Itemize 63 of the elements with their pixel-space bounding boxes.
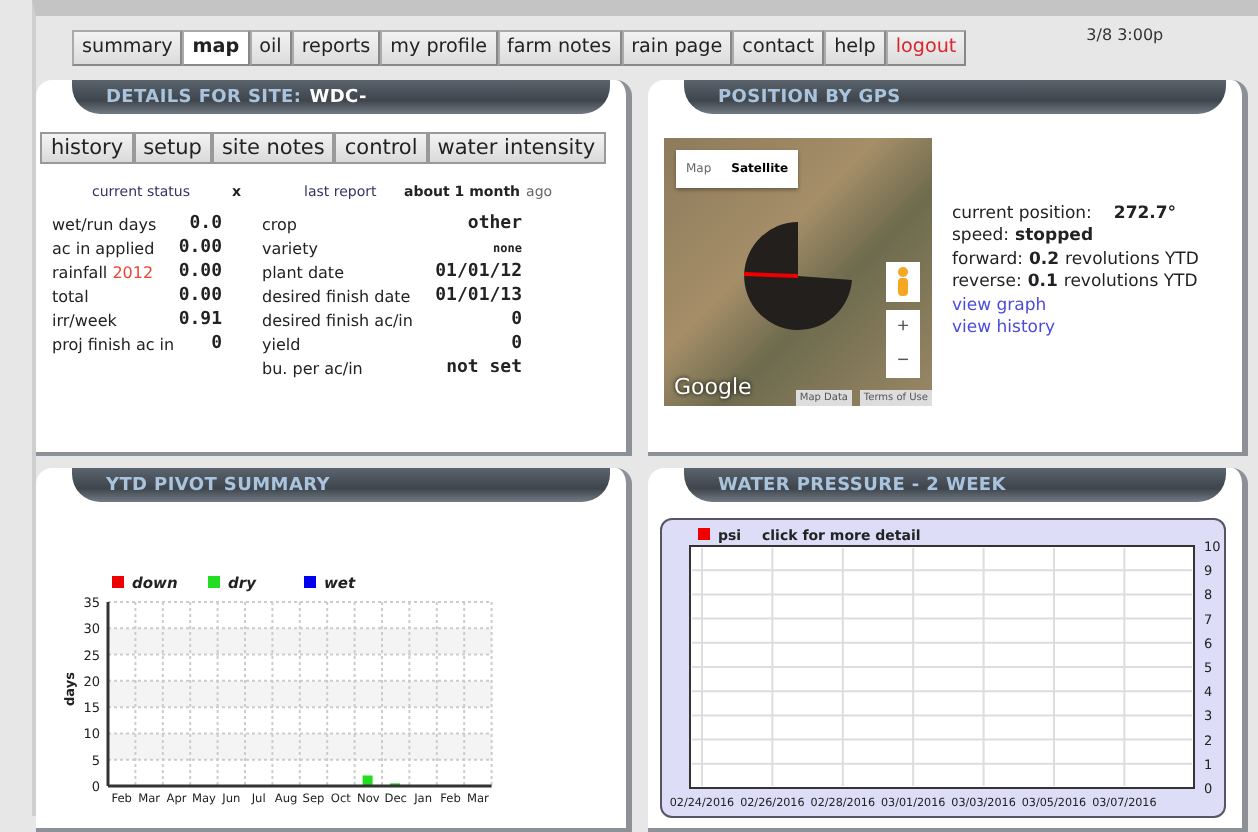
stat-value: 0.00 xyxy=(178,262,222,282)
chart-bar xyxy=(362,775,373,786)
stat-label: yield xyxy=(262,335,301,353)
revolution-value: 0.1 xyxy=(1027,272,1058,295)
stat-label: total xyxy=(52,287,89,305)
stat-label: plant date xyxy=(262,263,344,281)
stat-label: desired finish ac/in xyxy=(262,311,413,329)
panel-title: WATER PRESSURE - 2 WEEK xyxy=(718,475,1006,495)
zoom-in-button[interactable]: + xyxy=(886,310,920,344)
stat-value: 01/01/12 xyxy=(435,262,522,282)
stat-label: wet/run days xyxy=(52,215,157,233)
nav-tab[interactable]: map xyxy=(182,30,250,66)
stat-value: 0 xyxy=(211,334,222,354)
revolution-label: reverse: xyxy=(952,272,1022,295)
stat-label: proj finish ac in xyxy=(52,335,175,353)
sub-nav-button[interactable]: history xyxy=(40,132,134,164)
nav-tab[interactable]: rain page xyxy=(621,30,733,66)
revolution-unit: revolutions YTD xyxy=(1065,249,1199,272)
nav-tab[interactable]: contact xyxy=(732,30,825,66)
nav-tab[interactable]: reports xyxy=(291,30,381,66)
nav-tab[interactable]: my profile xyxy=(380,30,498,66)
sub-nav-button[interactable]: site notes xyxy=(211,132,335,164)
timestamp: 3/8 3:00p xyxy=(1086,26,1164,44)
panel-title: YTD PIVOT SUMMARY xyxy=(106,475,330,495)
map-logo: Google xyxy=(674,374,752,400)
position-value: 272.7° xyxy=(1113,203,1177,226)
position-label: current position: xyxy=(952,203,1092,226)
view-link[interactable]: view history xyxy=(952,318,1056,341)
nav-tab[interactable]: summary xyxy=(72,30,183,66)
revolution-label: forward: xyxy=(952,249,1023,272)
speed-value: stopped xyxy=(1015,226,1094,249)
pivot-circle-drawing xyxy=(740,218,856,334)
stat-label: rainfall 2012 xyxy=(52,263,154,281)
revolution-unit: revolutions YTD xyxy=(1063,272,1198,295)
speed-label: speed: xyxy=(952,226,1010,249)
stat-value: 0.00 xyxy=(178,238,222,258)
panel-title: POSITION BY GPS xyxy=(718,87,901,107)
sub-nav-button[interactable]: setup xyxy=(133,132,212,164)
stat-label: ac in applied xyxy=(52,239,155,257)
nav-tab[interactable]: farm notes xyxy=(497,30,622,66)
zoom-out-button[interactable]: − xyxy=(886,344,920,378)
stat-value: 0 xyxy=(511,310,522,330)
stat-value: 0 xyxy=(511,334,522,354)
stat-label: variety xyxy=(262,239,318,257)
view-link[interactable]: view graph xyxy=(952,295,1047,318)
nav-tab[interactable]: oil xyxy=(249,30,292,66)
sub-nav-button[interactable]: control xyxy=(334,132,428,164)
nav-tab[interactable]: help xyxy=(824,30,886,66)
stat-value: 0.0 xyxy=(189,214,222,234)
sub-nav-button[interactable]: water intensity xyxy=(427,132,606,164)
revolution-value: 0.2 xyxy=(1028,249,1060,272)
nav-tab[interactable]: logout xyxy=(885,30,967,66)
stat-value: 01/01/13 xyxy=(435,286,522,306)
stat-value: 0.91 xyxy=(178,310,222,330)
panel-title: DETAILS FOR SITE: xyxy=(106,87,302,107)
stat-label: desired finish date xyxy=(262,287,411,305)
stat-value: not set xyxy=(446,358,522,378)
stat-label: crop xyxy=(262,215,297,233)
stat-label: irr/week xyxy=(52,311,117,329)
site-name: WDC- xyxy=(309,87,367,107)
stat-label: bu. per ac/in xyxy=(262,359,363,377)
stat-value: 0.00 xyxy=(178,286,222,306)
stat-value: other xyxy=(467,214,522,234)
